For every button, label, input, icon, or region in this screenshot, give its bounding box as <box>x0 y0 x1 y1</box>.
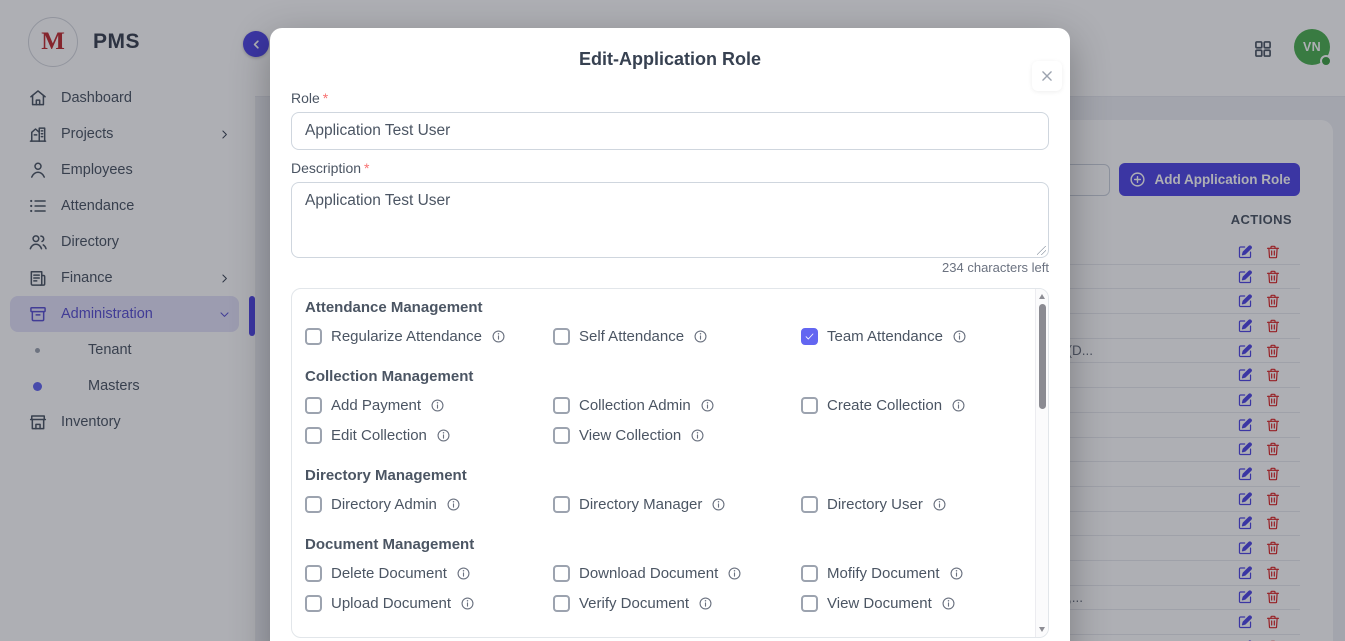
characters-left-counter: 234 characters left <box>291 260 1049 275</box>
scroll-down-icon[interactable] <box>1039 627 1045 632</box>
permission-collection-admin: Collection Admin <box>553 395 801 415</box>
checkbox[interactable] <box>553 328 570 345</box>
info-icon[interactable] <box>456 566 471 581</box>
permission-label: Mofify Document <box>827 565 940 582</box>
info-icon[interactable] <box>693 329 708 344</box>
info-icon[interactable] <box>952 329 967 344</box>
required-marker: * <box>364 160 369 176</box>
permission-edit-collection: Edit Collection <box>305 425 553 445</box>
permission-label: Directory User <box>827 496 923 513</box>
permission-label: Regularize Attendance <box>331 328 482 345</box>
permission-team-attendance: Team Attendance <box>801 326 1028 346</box>
description-field-label: Description* <box>291 160 1049 177</box>
description-textarea[interactable]: Application Test User <box>291 182 1049 258</box>
edit-application-role-modal: Edit-Application Role Role* Description*… <box>270 28 1070 641</box>
permission-section-collection-management: Collection Management <box>305 368 1028 386</box>
checkbox[interactable] <box>305 397 322 414</box>
permissions-scrollbar[interactable] <box>1035 289 1048 637</box>
checkbox[interactable] <box>553 595 570 612</box>
permission-regularize-attendance: Regularize Attendance <box>305 326 553 346</box>
permission-label: View Collection <box>579 427 681 444</box>
info-icon[interactable] <box>690 428 705 443</box>
checked-checkbox[interactable] <box>801 328 818 345</box>
permission-directory-manager: Directory Manager <box>553 494 801 514</box>
info-icon[interactable] <box>460 596 475 611</box>
scroll-up-icon[interactable] <box>1039 294 1045 299</box>
checkbox[interactable] <box>553 496 570 513</box>
permission-label: Collection Admin <box>579 397 691 414</box>
checkbox[interactable] <box>553 397 570 414</box>
checkbox[interactable] <box>553 427 570 444</box>
permission-label: Create Collection <box>827 397 942 414</box>
permission-label: Download Document <box>579 565 718 582</box>
app-root: VN M PMS Dashboard Projects Employees <box>0 0 1345 641</box>
permission-mofify-document: Mofify Document <box>801 563 1028 583</box>
permission-section-document-management: Document Management <box>305 536 1028 554</box>
permission-create-collection: Create Collection <box>801 395 1028 415</box>
permission-grid: Delete Document Download Document Mofify… <box>305 563 1028 613</box>
permission-label: View Document <box>827 595 932 612</box>
permission-grid: Regularize Attendance Self Attendance Te… <box>305 326 1028 346</box>
permission-grid: Directory Admin Directory Manager Direct… <box>305 494 1028 514</box>
info-icon[interactable] <box>711 497 726 512</box>
info-icon[interactable] <box>949 566 964 581</box>
permission-label: Verify Document <box>579 595 689 612</box>
info-icon[interactable] <box>430 398 445 413</box>
info-icon[interactable] <box>491 329 506 344</box>
permission-section-directory-management: Directory Management <box>305 467 1028 485</box>
info-icon[interactable] <box>700 398 715 413</box>
permission-directory-user: Directory User <box>801 494 1028 514</box>
info-icon[interactable] <box>446 497 461 512</box>
checkbox[interactable] <box>801 397 818 414</box>
permission-section-attendance-management: Attendance Management <box>305 299 1028 317</box>
permission-add-payment: Add Payment <box>305 395 553 415</box>
checkbox[interactable] <box>305 496 322 513</box>
permission-label: Directory Manager <box>579 496 702 513</box>
scrollbar-thumb[interactable] <box>1039 304 1046 409</box>
permission-label: Directory Admin <box>331 496 437 513</box>
info-icon[interactable] <box>727 566 742 581</box>
permission-label: Upload Document <box>331 595 451 612</box>
checkbox[interactable] <box>305 328 322 345</box>
info-icon[interactable] <box>698 596 713 611</box>
role-field-label: Role* <box>291 90 1049 107</box>
permission-label: Add Payment <box>331 397 421 414</box>
permission-view-collection: View Collection <box>553 425 801 445</box>
checkbox[interactable] <box>305 565 322 582</box>
checkbox[interactable] <box>305 595 322 612</box>
permission-directory-admin: Directory Admin <box>305 494 553 514</box>
permission-verify-document: Verify Document <box>553 593 801 613</box>
permission-grid: Add Payment Collection Admin Create Coll… <box>305 395 1028 445</box>
required-marker: * <box>323 90 328 106</box>
checkbox[interactable] <box>801 565 818 582</box>
info-icon[interactable] <box>436 428 451 443</box>
info-icon[interactable] <box>941 596 956 611</box>
permission-self-attendance: Self Attendance <box>553 326 801 346</box>
checkbox[interactable] <box>553 565 570 582</box>
permissions-list: Attendance Management Regularize Attenda… <box>292 289 1034 637</box>
permission-upload-document: Upload Document <box>305 593 553 613</box>
permission-delete-document: Delete Document <box>305 563 553 583</box>
resize-grip-icon[interactable] <box>1037 246 1046 255</box>
close-icon[interactable] <box>1032 61 1062 91</box>
checkbox[interactable] <box>801 496 818 513</box>
permission-download-document: Download Document <box>553 563 801 583</box>
checkbox[interactable] <box>801 595 818 612</box>
permission-label: Self Attendance <box>579 328 684 345</box>
description-field: Application Test User <box>291 182 1049 258</box>
info-icon[interactable] <box>951 398 966 413</box>
permission-label: Edit Collection <box>331 427 427 444</box>
checkbox[interactable] <box>305 427 322 444</box>
modal-title: Edit-Application Role <box>291 48 1049 70</box>
permission-label: Delete Document <box>331 565 447 582</box>
permission-label: Team Attendance <box>827 328 943 345</box>
permissions-panel: Attendance Management Regularize Attenda… <box>291 288 1049 638</box>
permission-view-document: View Document <box>801 593 1028 613</box>
info-icon[interactable] <box>932 497 947 512</box>
role-input[interactable] <box>291 112 1049 150</box>
